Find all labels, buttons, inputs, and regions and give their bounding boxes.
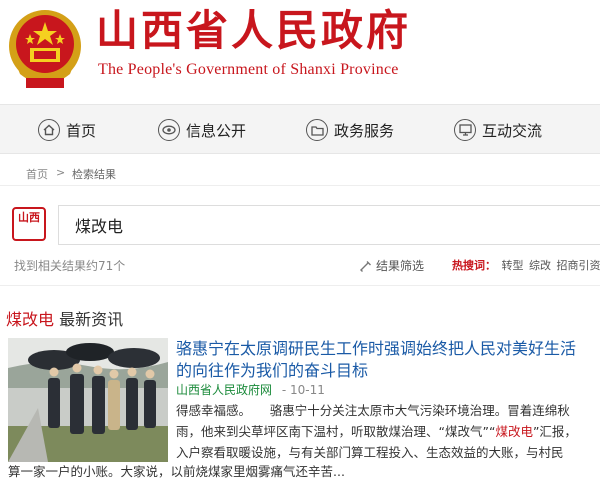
nav-item-gov-services[interactable]: 政务服务 bbox=[306, 117, 394, 143]
hot-search: 热搜词： 转型 综改 招商引资 bbox=[452, 257, 600, 273]
site-subtitle: The People's Government of Shanxi Provin… bbox=[98, 61, 399, 78]
news-source-link[interactable]: 山西省人民政府网 bbox=[176, 383, 272, 397]
breadcrumb-home-link[interactable]: 首页 bbox=[26, 166, 48, 182]
search-input[interactable] bbox=[59, 206, 600, 244]
nav-item-label: 互动交流 bbox=[482, 121, 543, 140]
section-title: 煤改电 最新资讯 bbox=[6, 306, 123, 330]
news-snippet-continued: 算一家一户的小账。大家说，以前烧煤家里烟雾痛气还辛苦... bbox=[8, 464, 345, 479]
snippet-highlight: 煤改电 bbox=[495, 424, 533, 439]
search-box bbox=[58, 205, 600, 245]
folder-icon bbox=[306, 119, 328, 141]
site-header: 山西省人民政府 The People's Government of Shanx… bbox=[0, 0, 600, 100]
monitor-icon bbox=[454, 119, 476, 141]
news-title-link[interactable]: 骆惠宁在太原调研民生工作时强调始终把人民对美好生活的向往作为我们的奋斗目标 bbox=[176, 338, 586, 382]
national-emblem-icon bbox=[9, 10, 81, 88]
home-icon bbox=[38, 119, 60, 141]
breadcrumb-current: 检索结果 bbox=[72, 168, 116, 181]
breadcrumb-separator: > bbox=[56, 166, 66, 179]
nav-item-interaction[interactable]: 互动交流 bbox=[454, 117, 542, 143]
nav-item-label: 信息公开 bbox=[186, 121, 247, 140]
nav-item-label: 首页 bbox=[66, 121, 97, 140]
hot-word-link[interactable]: 综改 bbox=[529, 259, 551, 272]
site-title: 山西省人民政府 bbox=[96, 6, 412, 55]
filter-icon bbox=[360, 260, 371, 272]
hot-word-link[interactable]: 转型 bbox=[502, 259, 524, 272]
divider bbox=[0, 285, 600, 286]
hot-word-link[interactable]: 招商引资 bbox=[557, 259, 600, 272]
news-date: - 10-11 bbox=[281, 383, 325, 397]
result-bar: 找到相关结果约71个 结果筛选 热搜词： 转型 综改 招商引资 bbox=[0, 253, 600, 277]
filter-label: 结果筛选 bbox=[376, 259, 425, 273]
news-meta: 山西省人民政府网 - 10-11 bbox=[176, 381, 325, 398]
section-keyword: 煤改电 bbox=[6, 310, 55, 329]
news-snippet: 得感幸福感。 骆惠宁十分关注太原市大气污染环境治理。冒着连绵秋雨，他来到尖草坪区… bbox=[176, 400, 586, 463]
news-thumbnail[interactable] bbox=[8, 338, 168, 462]
result-count: 找到相关结果约71个 bbox=[14, 259, 126, 273]
nav-item-home[interactable]: 首页 bbox=[38, 117, 96, 143]
nav-item-info-disclosure[interactable]: 信息公开 bbox=[158, 117, 246, 143]
eye-icon bbox=[158, 119, 180, 141]
filter-button[interactable]: 结果筛选 bbox=[360, 257, 424, 274]
main-nav: 首页 信息公开 政务服务 互动交流 bbox=[0, 104, 600, 154]
section-title-rest: 最新资讯 bbox=[54, 310, 124, 329]
search-logo: 山西 bbox=[12, 207, 46, 241]
hot-search-label: 热搜词： bbox=[452, 259, 496, 272]
nav-item-label: 政务服务 bbox=[334, 121, 395, 140]
breadcrumb: 首页 > 检索结果 bbox=[0, 160, 600, 186]
